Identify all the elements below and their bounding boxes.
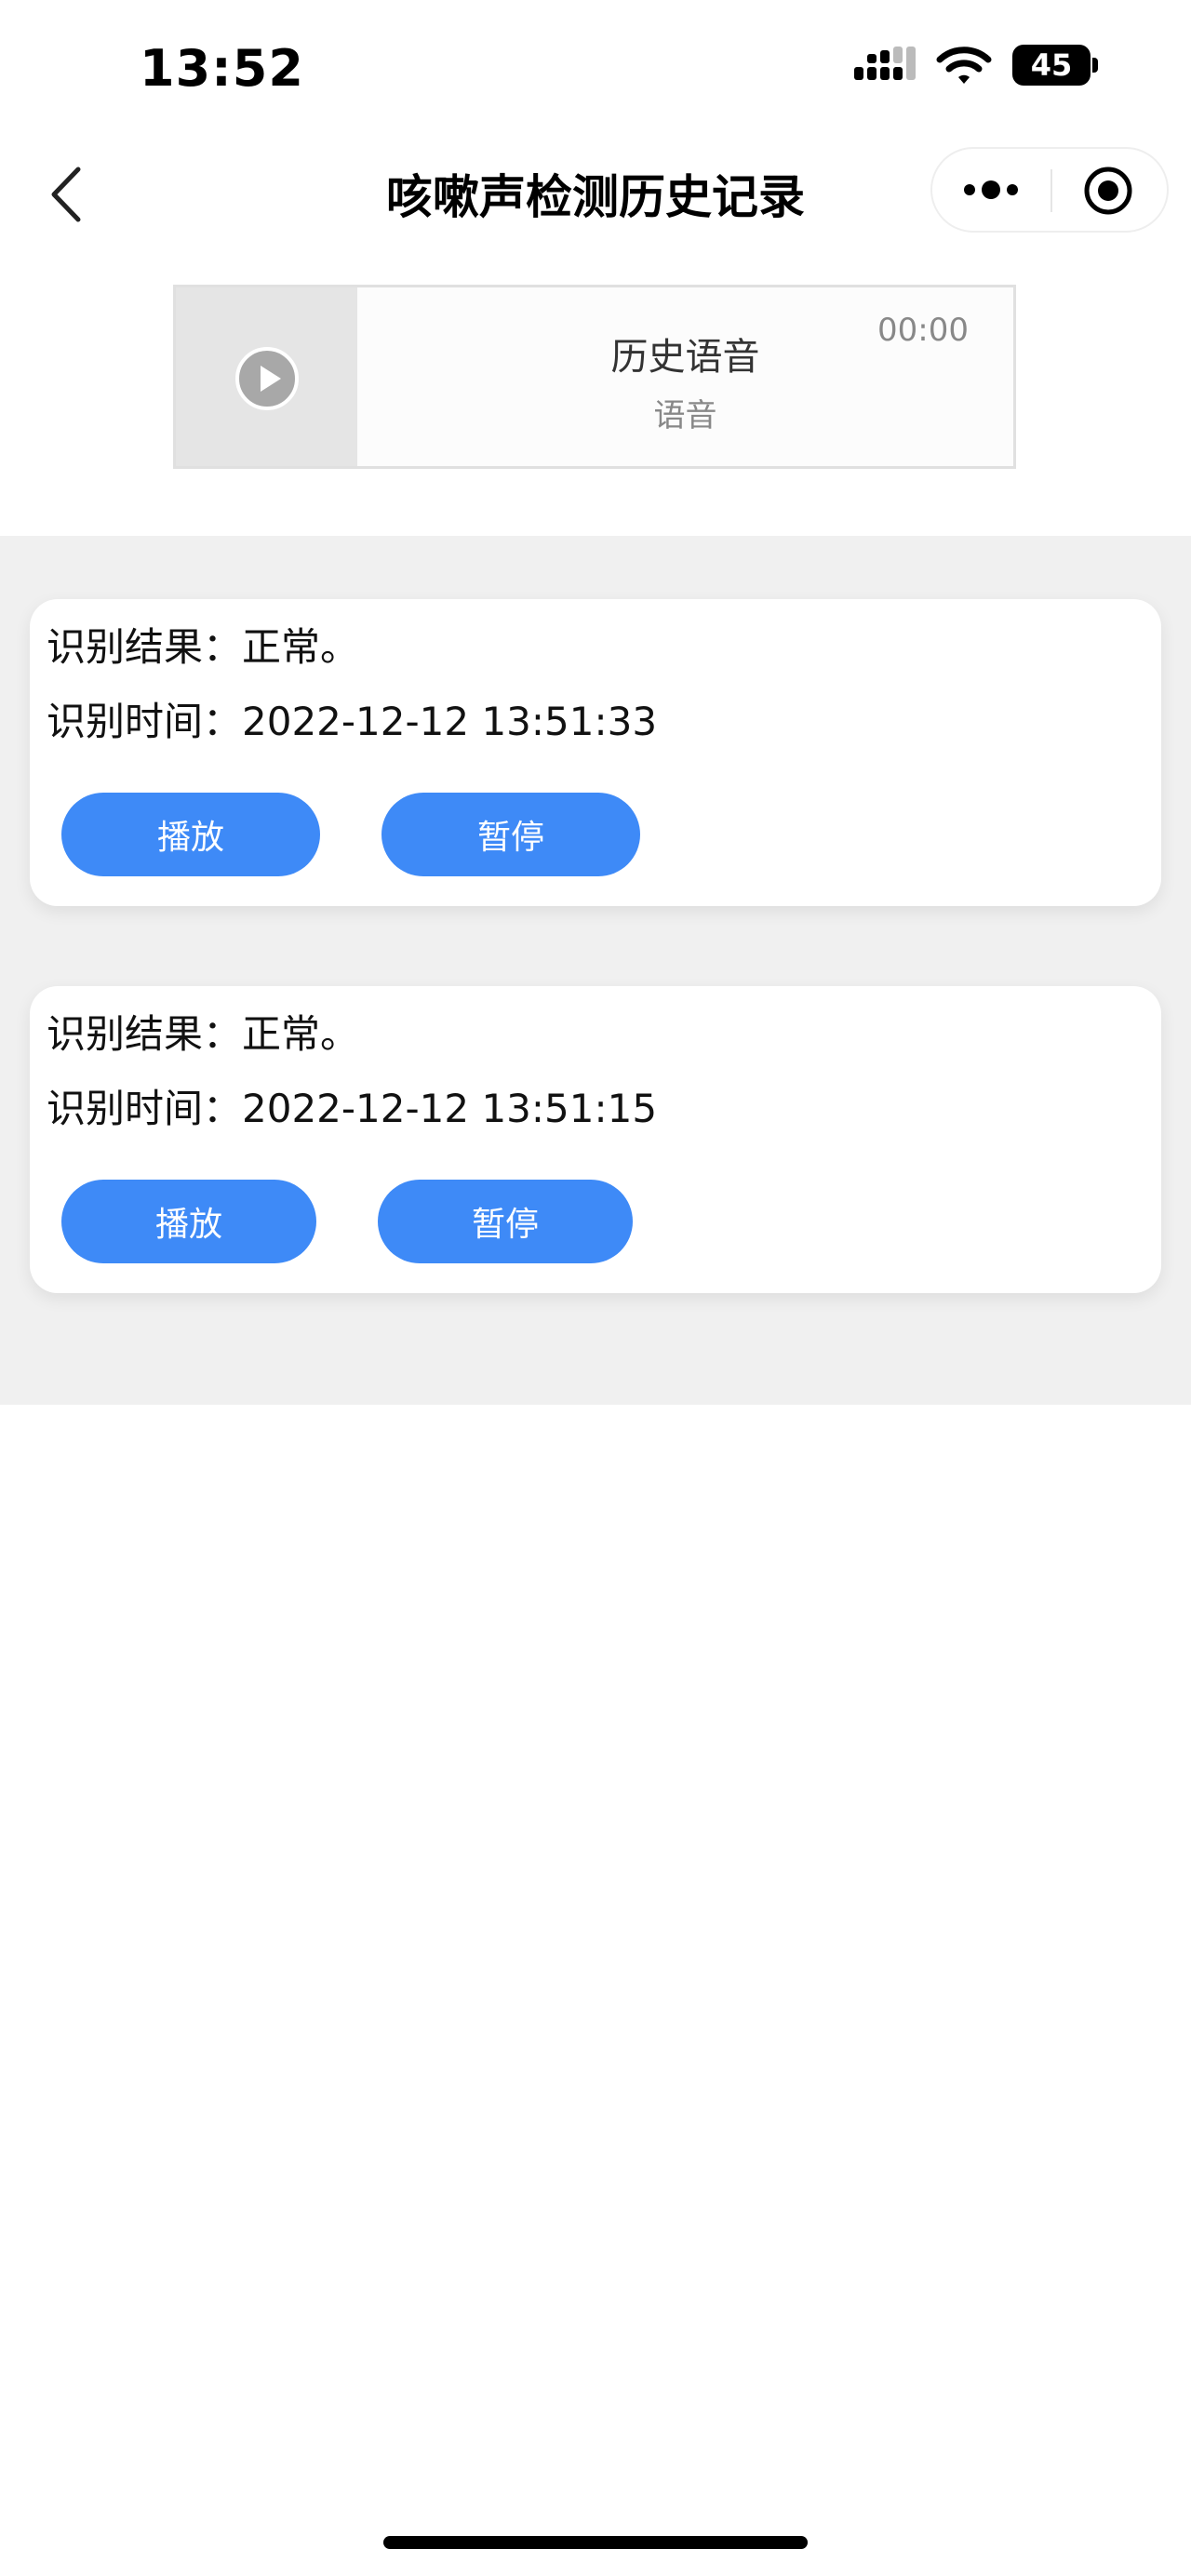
play-icon[interactable] xyxy=(234,346,300,411)
status-time: 13:52 xyxy=(140,39,304,98)
time-label: 识别时间： xyxy=(47,699,243,744)
capsule-divider xyxy=(1050,169,1052,212)
time-label: 识别时间： xyxy=(47,1086,243,1131)
play-button[interactable]: 播放 xyxy=(61,793,320,876)
status-bar: 13:52 45 xyxy=(0,0,1191,140)
signal-icon xyxy=(854,47,916,84)
result-label: 识别结果： xyxy=(47,624,243,670)
menu-capsule xyxy=(930,147,1169,233)
audio-time: 00:00 xyxy=(877,312,969,349)
records-list: 识别结果：正常。 识别时间：2022-12-12 13:51:33 播放 暂停 … xyxy=(0,536,1191,1405)
play-button[interactable]: 播放 xyxy=(61,1180,316,1263)
result-value: 正常。 xyxy=(242,1011,360,1057)
time-value: 2022-12-12 13:51:33 xyxy=(242,699,658,744)
audio-player: 历史语音 语音 00:00 xyxy=(173,285,1016,469)
result-value: 正常。 xyxy=(242,624,360,670)
battery-level: 45 xyxy=(1012,45,1091,86)
home-indicator[interactable] xyxy=(383,2536,808,2549)
result-line: 识别结果：正常。 xyxy=(47,616,359,673)
time-value: 2022-12-12 13:51:15 xyxy=(242,1086,658,1131)
more-dots-icon[interactable] xyxy=(960,171,1025,208)
audio-cover[interactable] xyxy=(176,287,357,466)
result-label: 识别结果： xyxy=(47,1011,243,1057)
result-line: 识别结果：正常。 xyxy=(47,1003,359,1060)
record-card: 识别结果：正常。 识别时间：2022-12-12 13:51:15 播放 暂停 xyxy=(30,986,1161,1293)
time-line: 识别时间：2022-12-12 13:51:33 xyxy=(47,690,657,747)
audio-author: 语音 xyxy=(653,397,717,434)
pause-button[interactable]: 暂停 xyxy=(378,1180,633,1263)
time-line: 识别时间：2022-12-12 13:51:15 xyxy=(47,1077,657,1134)
battery-icon: 45 xyxy=(1012,45,1098,86)
pause-button[interactable]: 暂停 xyxy=(381,793,640,876)
wifi-icon xyxy=(936,45,992,86)
status-icons: 45 xyxy=(854,45,1098,86)
nav-bar: 咳嗽声检测历史记录 xyxy=(0,140,1191,251)
close-target-icon[interactable] xyxy=(1081,164,1135,218)
record-card: 识别结果：正常。 识别时间：2022-12-12 13:51:33 播放 暂停 xyxy=(30,599,1161,906)
